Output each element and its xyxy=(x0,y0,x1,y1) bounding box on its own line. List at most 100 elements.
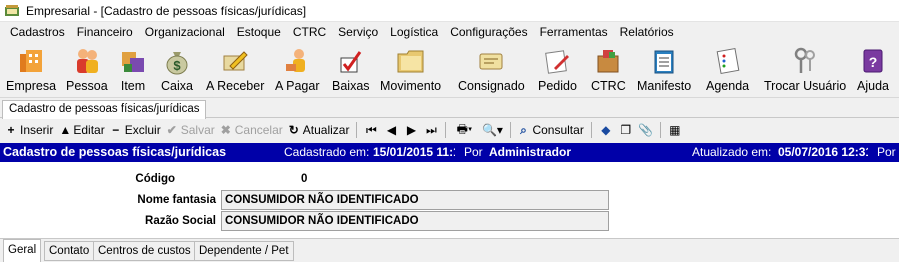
save-button[interactable]: ✔ Salvar xyxy=(164,120,218,140)
filter-icon[interactable]: ◆ xyxy=(596,120,616,140)
menu-cadastros[interactable]: Cadastros xyxy=(4,25,71,39)
last-record-icon[interactable]: ⏭ xyxy=(421,120,441,140)
clipboard-icon xyxy=(647,44,681,78)
menu-servico[interactable]: Serviço xyxy=(332,25,384,39)
menu-ctrc[interactable]: CTRC xyxy=(287,25,332,39)
tab-cadastro-pessoas[interactable]: Cadastro de pessoas físicas/jurídicas xyxy=(2,100,207,119)
toolbar-separator xyxy=(510,122,512,138)
item-button[interactable]: Item xyxy=(116,44,150,96)
refresh-button[interactable]: ↻ Atualizar xyxy=(286,120,353,140)
keys-icon xyxy=(788,44,822,78)
delete-label: Excluir xyxy=(124,123,161,137)
edit-button[interactable]: ▲ Editar xyxy=(56,120,107,140)
manifesto-button[interactable]: Manifesto xyxy=(637,44,691,96)
ctrc-icon xyxy=(591,44,625,78)
corporate-name-label: Razão Social xyxy=(145,215,216,227)
attachment-icon[interactable]: 📎 xyxy=(636,120,656,140)
menu-bar: Cadastros Financeiro Organizacional Esto… xyxy=(0,22,899,42)
toolbar-separator xyxy=(445,122,447,138)
pessoa-label: Pessoa xyxy=(66,79,108,93)
code-label: Código xyxy=(135,173,175,185)
ctrc-label: CTRC xyxy=(591,79,626,93)
previous-record-icon[interactable]: ◀ xyxy=(381,120,401,140)
next-record-icon[interactable]: ▶ xyxy=(401,120,421,140)
movimento-label: Movimento xyxy=(380,79,442,93)
ajuda-label: Ajuda xyxy=(857,79,889,93)
item-icon xyxy=(116,44,150,78)
corporate-name-field[interactable]: CONSUMIDOR NÃO IDENTIFICADO xyxy=(221,211,609,231)
caixa-label: Caixa xyxy=(161,79,193,93)
title-bar: Empresarial - [Cadastro de pessoas físic… xyxy=(0,0,899,22)
agenda-button[interactable]: Agenda xyxy=(706,44,749,96)
movimento-button[interactable]: Movimento xyxy=(380,44,441,96)
created-by-label: Por xyxy=(464,145,483,159)
search-label: Consultar xyxy=(532,123,584,137)
print-icon[interactable]: 🖶▾ xyxy=(450,120,478,140)
a-pagar-icon xyxy=(280,44,314,78)
agenda-icon xyxy=(711,44,745,78)
menu-organizacional[interactable]: Organizacional xyxy=(139,25,231,39)
tab-geral[interactable]: Geral xyxy=(3,239,42,262)
menu-estoque[interactable]: Estoque xyxy=(231,25,287,39)
toolbar-separator xyxy=(356,122,358,138)
a-pagar-label: A Pagar xyxy=(275,79,320,93)
cancel-button[interactable]: ✖ Cancelar xyxy=(218,120,286,140)
trocar-usuario-label: Trocar Usuário xyxy=(764,79,847,93)
copy-icon[interactable]: ❐ xyxy=(616,120,636,140)
x-icon: ✖ xyxy=(220,123,231,137)
baixas-label: Baixas xyxy=(332,79,370,93)
magnifier-icon: ⌕ xyxy=(520,122,527,137)
record-header: Cadastro de pessoas físicas/jurídicas Ca… xyxy=(0,143,899,162)
caixa-button[interactable]: $ Caixa xyxy=(160,44,194,96)
grid-view-icon[interactable]: ▦ xyxy=(665,120,685,140)
a-pagar-button[interactable]: A Pagar xyxy=(275,44,319,96)
window-title: Empresarial - [Cadastro de pessoas físic… xyxy=(26,3,307,18)
money-bag-icon: $ xyxy=(160,44,194,78)
menu-logistica[interactable]: Logística xyxy=(384,25,444,39)
menu-financeiro[interactable]: Financeiro xyxy=(71,25,139,39)
consignado-button[interactable]: Consignado xyxy=(458,44,525,96)
check-icon: ✔ xyxy=(166,123,177,137)
toolbar-separator xyxy=(659,122,661,138)
help-book-icon: ? xyxy=(856,44,890,78)
fantasy-name-label: Nome fantasia xyxy=(137,194,216,206)
cancel-label: Cancelar xyxy=(234,123,283,137)
minus-icon: − xyxy=(112,123,120,137)
pedido-button[interactable]: Pedido xyxy=(538,44,577,96)
svg-text:$: $ xyxy=(173,58,181,73)
empresa-label: Empresa xyxy=(6,79,57,93)
tab-contato[interactable]: Contato xyxy=(44,241,95,261)
edit-label: Editar xyxy=(73,123,105,137)
first-record-icon[interactable]: ⏮ xyxy=(361,120,381,140)
a-receber-label: A Receber xyxy=(206,79,265,93)
fantasy-name-field[interactable]: CONSUMIDOR NÃO IDENTIFICADO xyxy=(221,190,609,210)
pessoa-button[interactable]: Pessoa xyxy=(66,44,108,96)
menu-ferramentas[interactable]: Ferramentas xyxy=(534,25,614,39)
code-value: 0 xyxy=(301,173,308,185)
menu-configuracoes[interactable]: Configurações xyxy=(444,25,533,39)
agenda-label: Agenda xyxy=(706,79,750,93)
tab-dependente-pet[interactable]: Dependente / Pet xyxy=(194,241,294,261)
detail-tabs: Geral Contato Centros de custos Dependen… xyxy=(0,238,899,262)
insert-button[interactable]: + Inserir xyxy=(3,120,56,140)
page-title: Cadastro de pessoas físicas/jurídicas xyxy=(3,145,227,159)
menu-relatorios[interactable]: Relatórios xyxy=(614,25,680,39)
manifesto-label: Manifesto xyxy=(637,79,692,93)
search-button[interactable]: ⌕ Consultar xyxy=(515,120,586,140)
folder-icon xyxy=(394,44,428,78)
ajuda-button[interactable]: ? Ajuda xyxy=(856,44,890,96)
trocar-usuario-button[interactable]: Trocar Usuário xyxy=(764,44,846,96)
a-receber-button[interactable]: A Receber xyxy=(206,44,264,96)
refresh-label: Atualizar xyxy=(302,123,350,137)
insert-label: Inserir xyxy=(20,123,54,137)
print-preview-icon[interactable]: 🔍▾ xyxy=(478,120,506,140)
icon-toolbar: Empresa Pessoa Item $ Caixa A Receber A … xyxy=(0,42,899,98)
baixas-button[interactable]: Baixas xyxy=(332,44,370,96)
tab-centros-de-custos[interactable]: Centros de custos xyxy=(93,241,196,261)
delete-button[interactable]: − Excluir xyxy=(108,120,164,140)
baixas-icon xyxy=(334,44,368,78)
ctrc-button[interactable]: CTRC xyxy=(591,44,626,96)
consignado-label: Consignado xyxy=(458,79,525,93)
empresa-button[interactable]: Empresa xyxy=(6,44,56,96)
triangle-up-icon: ▲ xyxy=(59,123,72,137)
